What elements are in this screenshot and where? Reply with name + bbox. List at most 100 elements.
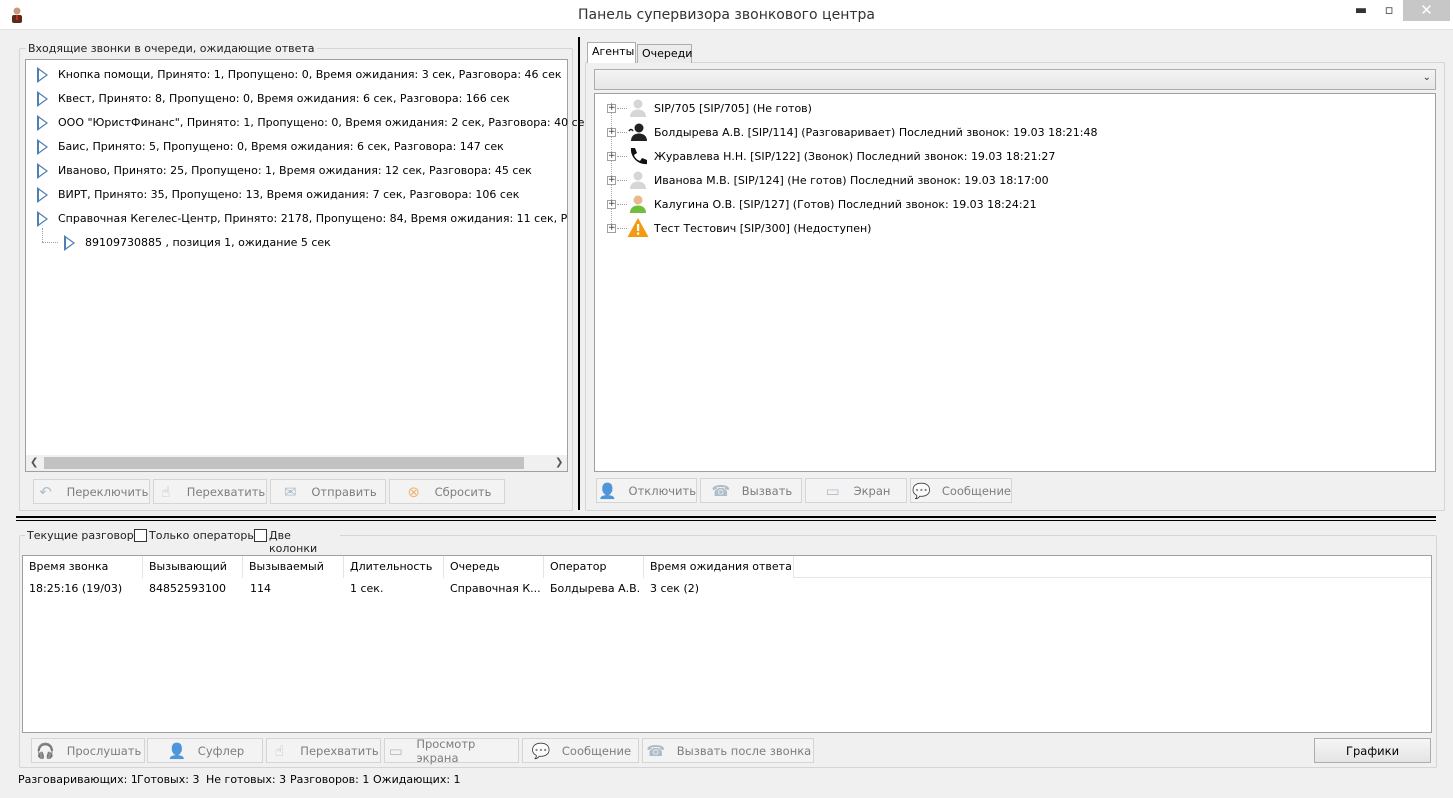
agent-item[interactable]: + Болдырева А.В. [SIP/114] (Разговаривае…: [595, 120, 1435, 144]
screen-button-label: Экран: [853, 483, 891, 498]
status-conversations: Разговоров: 1: [290, 773, 370, 786]
horizontal-splitter[interactable]: [16, 516, 1436, 518]
tree-line: [42, 228, 43, 242]
queue-item[interactable]: Справочная Кегелес-Центр, Принято: 2178,…: [37, 211, 567, 229]
maximize-button[interactable]: ▫: [1376, 0, 1402, 21]
charts-button[interactable]: Графики: [1314, 738, 1431, 763]
monitor-icon: ▭: [825, 481, 840, 500]
intercept-button[interactable]: ☝ Перехватить: [153, 479, 267, 504]
scroll-right-icon[interactable]: ❯: [555, 457, 563, 468]
agent-item[interactable]: + Тест Тестович [SIP/300] (Недоступен): [595, 216, 1435, 240]
tab-queues[interactable]: Очереди: [637, 44, 692, 63]
column-header[interactable]: Время ожидания ответа: [644, 556, 794, 578]
call-button[interactable]: ☎ Вызвать: [700, 478, 802, 503]
table-cell: 114: [250, 582, 271, 595]
tree-line: [617, 180, 627, 181]
minimize-button[interactable]: ▬: [1348, 0, 1374, 21]
switch-button[interactable]: ↶ Переключить: [33, 479, 150, 504]
horizontal-scrollbar[interactable]: ❮ ❯: [26, 455, 567, 471]
queue-select-dropdown[interactable]: ⌄: [594, 69, 1436, 90]
agent-item[interactable]: + Журавлева Н.Н. [SIP/122] (Звонок) Посл…: [595, 144, 1435, 168]
headset-icon: 🎧: [36, 741, 56, 760]
listen-button-label: Прослушать: [66, 743, 142, 758]
chevron-down-icon: ⌄: [1422, 72, 1431, 83]
disconnect-button[interactable]: 👤 Отключить: [596, 478, 697, 503]
expand-icon[interactable]: +: [607, 104, 616, 113]
only-operators-checkbox[interactable]: [134, 529, 147, 542]
intercept-call-button[interactable]: ☝ Перехватить: [266, 738, 381, 763]
call-message-button[interactable]: 💬 Сообщение: [522, 738, 639, 763]
two-columns-checkbox[interactable]: [254, 529, 267, 542]
envelope-icon: ✉: [284, 482, 297, 501]
message-button[interactable]: 💬 Сообщение: [910, 478, 1012, 503]
queue-tree[interactable]: Кнопка помощи, Принято: 1, Пропущено: 0,…: [25, 59, 591, 472]
table-cell: 3 сек (2): [650, 582, 700, 595]
tree-line: [617, 228, 627, 229]
send-button-label: Отправить: [311, 484, 377, 499]
play-icon: [64, 235, 75, 251]
agents-tree[interactable]: + SIP/705 [SIP/705] (Не готов) + Болдыре…: [594, 93, 1436, 472]
tab-agents[interactable]: Агенты: [587, 42, 636, 63]
listen-button[interactable]: 🎧 Прослушать: [31, 738, 145, 763]
queue-item-label: Баис, Принято: 5, Пропущено: 0, Время ож…: [58, 140, 504, 153]
status-talking: Разговаривающих: 1: [18, 773, 138, 786]
prompt-button[interactable]: 👤 Суфлер: [147, 738, 263, 763]
user-ready-icon: [627, 193, 649, 215]
user-gray-icon: [627, 97, 649, 119]
table-cell: Болдырева А.В.: [550, 582, 641, 595]
status-not-ready: Не готовых: 3: [206, 773, 287, 786]
close-button[interactable]: ✕: [1403, 0, 1450, 21]
tree-line: [617, 204, 627, 205]
agent-item[interactable]: + SIP/705 [SIP/705] (Не готов): [595, 96, 1435, 120]
column-header[interactable]: Вызывающий: [143, 556, 243, 578]
tree-line: [617, 156, 627, 157]
column-header[interactable]: Оператор: [544, 556, 644, 578]
play-icon: [37, 139, 48, 155]
play-icon: [37, 67, 48, 83]
view-screen-button[interactable]: ▭ Просмотр экрана: [384, 737, 519, 765]
column-header[interactable]: Вызываемый: [243, 556, 344, 578]
hand-pointer-icon: ☝: [274, 741, 284, 760]
status-waiting: Ожидающих: 1: [373, 773, 461, 786]
agent-label: Болдырева А.В. [SIP/114] (Разговаривает)…: [654, 126, 1098, 139]
expand-icon[interactable]: +: [607, 224, 616, 233]
horizontal-splitter-line: [16, 520, 1436, 521]
user-gray-icon: 👤: [598, 481, 618, 500]
monitor-icon: ▭: [388, 741, 403, 760]
send-button[interactable]: ✉ Отправить: [270, 479, 386, 504]
queue-item-label: Кнопка помощи, Принято: 1, Пропущено: 0,…: [58, 68, 562, 81]
redirect-arrow-icon: ↶: [39, 482, 52, 501]
table-header: Время звонка Вызывающий Вызываемый Длите…: [23, 556, 1431, 578]
tree-line: [42, 242, 58, 243]
screen-button[interactable]: ▭ Экран: [805, 478, 907, 503]
play-icon: [37, 91, 48, 107]
agent-item[interactable]: + Калугина О.В. [SIP/127] (Готов) Послед…: [595, 192, 1435, 216]
vertical-splitter[interactable]: [578, 37, 580, 510]
column-header[interactable]: Длительность: [344, 556, 444, 578]
table-row[interactable]: 18:25:16 (19/03) 84852593100 114 1 сек. …: [23, 579, 1431, 599]
user-gray-icon: [627, 169, 649, 191]
chat-bubble-icon: 💬: [912, 481, 931, 500]
scroll-left-icon[interactable]: ❮: [30, 457, 38, 468]
hand-pointer-icon: ☝: [161, 482, 171, 501]
status-ready: Готовых: 3: [137, 773, 200, 786]
scrollbar-thumb[interactable]: [44, 457, 524, 469]
column-header[interactable]: Время звонка: [23, 556, 143, 578]
table-cell: Справочная К...: [450, 582, 541, 595]
play-icon: [37, 163, 48, 179]
agent-item[interactable]: + Иванова М.В. [SIP/124] (Не готов) Посл…: [595, 168, 1435, 192]
reset-button[interactable]: ⊗ Сбросить: [389, 479, 505, 504]
expand-icon[interactable]: +: [607, 176, 616, 185]
telephone-icon: ☎: [711, 481, 731, 500]
queue-item-label: Иваново, Принято: 25, Пропущено: 1, Врем…: [58, 164, 532, 177]
queue-group-label: Входящие звонки в очереди, ожидающие отв…: [26, 42, 317, 55]
disconnect-button-label: Отключить: [628, 483, 696, 498]
column-header[interactable]: Очередь: [444, 556, 544, 578]
reset-button-label: Сбросить: [434, 484, 492, 499]
status-bar: Разговаривающих: 1 Готовых: 3 Не готовых…: [18, 773, 618, 789]
expand-icon[interactable]: +: [607, 128, 616, 137]
expand-icon[interactable]: +: [607, 200, 616, 209]
expand-icon[interactable]: +: [607, 152, 616, 161]
call-after-button[interactable]: ☎ Вызвать после звонка: [642, 738, 814, 763]
agent-label: Тест Тестович [SIP/300] (Недоступен): [654, 222, 872, 235]
